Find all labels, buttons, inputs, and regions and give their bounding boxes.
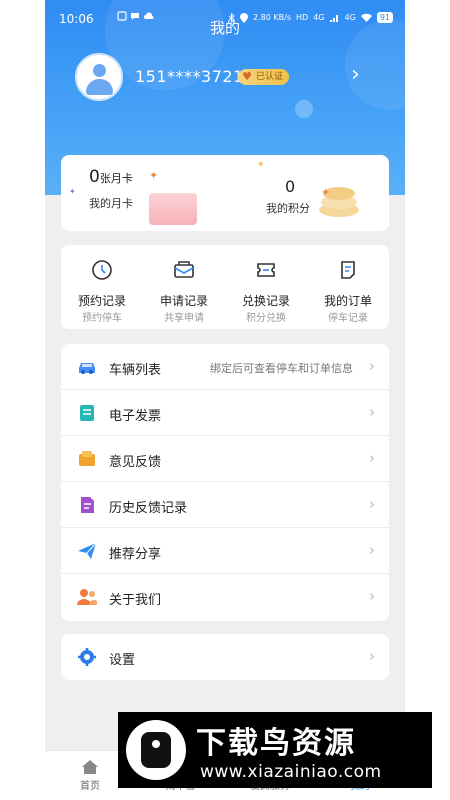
chevron-right-icon: ›: [369, 495, 375, 513]
mail-icon: [174, 261, 194, 278]
monthly-card-illustration: [149, 193, 197, 225]
monthly-card-label[interactable]: 我的月卡: [89, 195, 133, 211]
watermark-title: 下载鸟资源: [196, 726, 356, 761]
watermark-logo-bird: [141, 732, 171, 768]
watermark-logo-eye: [152, 740, 160, 748]
quick-action-label: 我的订单: [323, 294, 372, 308]
avatar-head: [93, 64, 106, 77]
quick-action-orders[interactable]: 我的订单 停车记录: [307, 245, 389, 329]
menu-item-label: 历史反馈记录: [109, 501, 188, 516]
quick-action-reservations[interactable]: 预约记录 预约停车: [61, 245, 143, 329]
avatar-body: [86, 79, 113, 95]
clock-icon: [92, 260, 112, 280]
quick-action-sub: 共享申请: [164, 313, 204, 324]
quick-action-sub: 停车记录: [328, 313, 368, 324]
nav-label: 首页: [80, 781, 100, 792]
verified-label: 已认证: [256, 72, 284, 82]
menu-item-label: 设置: [109, 653, 136, 668]
quick-action-exchanges[interactable]: 兑换记录 积分兑换: [225, 245, 307, 329]
quick-action-sub: 预约停车: [82, 313, 122, 324]
settings-card: 设置 ›: [61, 634, 389, 680]
decor-dot: [295, 100, 313, 118]
profile-phone[interactable]: 151****3721: [135, 67, 244, 86]
invoice-icon: [80, 405, 94, 421]
chevron-right-icon: ›: [369, 449, 375, 467]
quick-actions: 预约记录 预约停车 申请记录 共享申请 兑换记录 积分兑换 我的订单 停车记录: [61, 245, 389, 329]
chevron-right-icon: ›: [369, 541, 375, 559]
monthly-card-number: 0: [89, 167, 100, 187]
nav-home[interactable]: 首页: [60, 759, 120, 792]
chevron-right-icon: ›: [369, 357, 375, 375]
watermark-logo: [126, 720, 186, 780]
sparkle-icon: ✦: [69, 187, 76, 196]
profile-chevron-right-icon[interactable]: ›: [351, 62, 360, 87]
menu-item-feedback-history[interactable]: 历史反馈记录 ›: [61, 482, 389, 528]
verified-icon: ♥: [242, 70, 252, 83]
menu-item-label: 车辆列表: [109, 363, 162, 378]
menu-item-settings[interactable]: 设置 ›: [61, 634, 389, 680]
points-label[interactable]: 我的积分: [266, 200, 310, 216]
monthly-card-count[interactable]: 0张月卡: [89, 167, 133, 187]
ticket-icon: [257, 263, 275, 277]
avatar[interactable]: [75, 53, 123, 101]
about-icon: [77, 589, 97, 605]
chevron-right-icon: ›: [369, 587, 375, 605]
menu-item-invoice[interactable]: 电子发票 ›: [61, 390, 389, 436]
quick-action-sub: 积分兑换: [246, 313, 286, 324]
menu-item-label: 电子发票: [109, 409, 162, 424]
sparkle-icon: ✦: [321, 186, 331, 199]
menu-item-vehicles[interactable]: 车辆列表 绑定后可查看停车和订单信息 ›: [61, 344, 389, 390]
sparkle-icon: ✦: [257, 160, 265, 170]
menu-item-share[interactable]: 推荐分享 ›: [61, 528, 389, 574]
menu-item-label: 推荐分享: [109, 547, 162, 562]
history-icon: [81, 497, 94, 513]
points-count[interactable]: 0: [285, 177, 295, 196]
share-icon: [78, 542, 97, 559]
gear-icon: [78, 648, 96, 666]
chevron-right-icon: ›: [369, 647, 375, 665]
menu-item-about[interactable]: 关于我们 ›: [61, 574, 389, 620]
menu-item-hint: 绑定后可查看停车和订单信息: [210, 362, 353, 375]
monthly-card-unit: 张月卡: [99, 172, 133, 185]
quick-action-applications[interactable]: 申请记录 共享申请: [143, 245, 225, 329]
quick-action-label: 预约记录: [77, 294, 126, 308]
verified-badge: ♥ 已认证: [238, 69, 290, 85]
watermark-banner: 下载鸟资源 www.xiazainiao.com: [118, 712, 432, 788]
order-icon: [341, 261, 355, 279]
menu-item-feedback[interactable]: 意见反馈 ›: [61, 436, 389, 482]
car-icon: [79, 363, 95, 374]
phone-screen: 10:06 2.80 KB/s HD 4G 4G 91 我的 151****37…: [45, 0, 405, 800]
page-title: 我的: [209, 19, 240, 37]
menu-item-label: 关于我们: [109, 593, 162, 608]
menu-item-label: 意见反馈: [109, 455, 162, 470]
chevron-right-icon: ›: [369, 403, 375, 421]
feedback-icon: [79, 451, 95, 466]
watermark-url: www.xiazainiao.com: [200, 762, 382, 782]
quick-action-label: 兑换记录: [241, 294, 290, 308]
home-icon: [82, 760, 98, 774]
menu-list: 车辆列表 绑定后可查看停车和订单信息 › 电子发票 › 意见反馈 › 历史反馈记…: [61, 344, 389, 621]
quick-action-label: 申请记录: [159, 294, 208, 308]
assets-card: 0张月卡 ✦ ✦ 我的月卡 ✦ 0 我的积分 ✦: [61, 155, 389, 231]
sparkle-icon: ✦: [149, 169, 159, 182]
